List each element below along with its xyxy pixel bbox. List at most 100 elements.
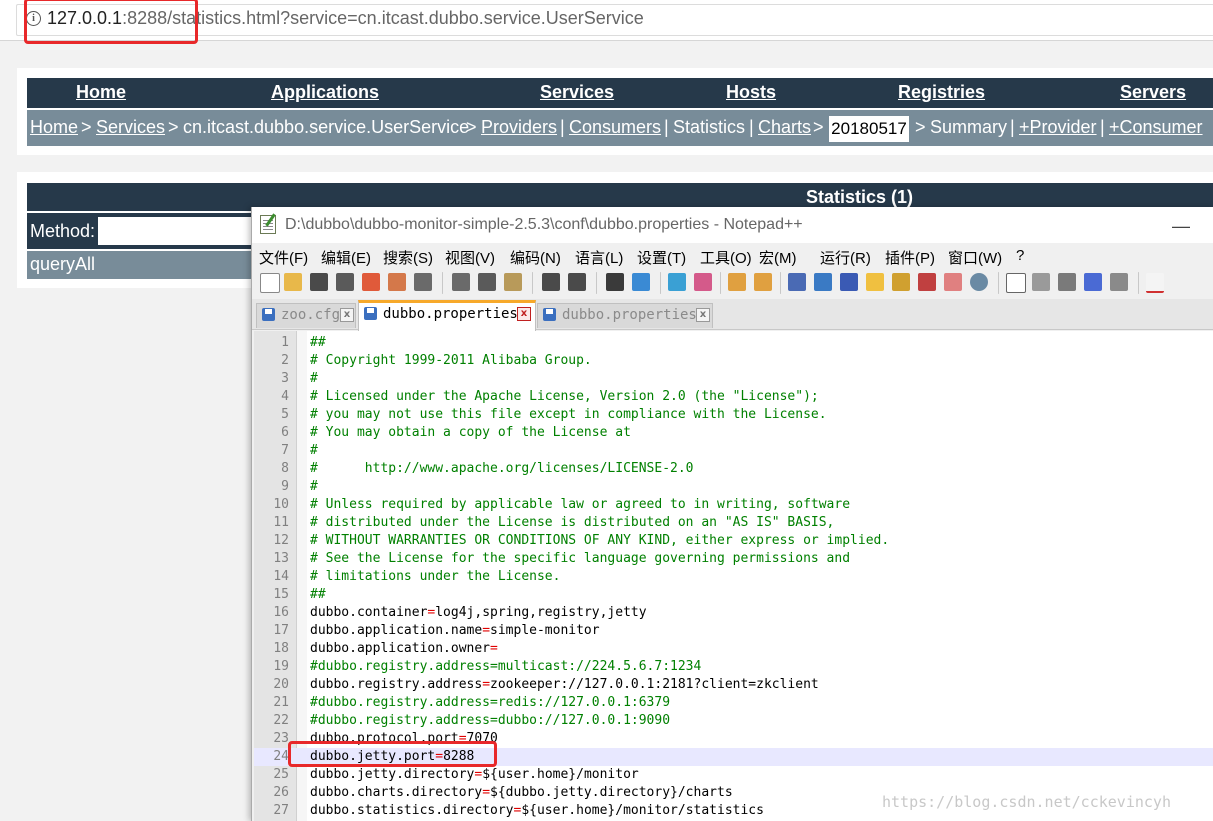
indent-guide-icon[interactable]: [840, 273, 858, 291]
code-line[interactable]: 10 # Unless required by applicable law or…: [254, 496, 1213, 514]
code-line[interactable]: 8 # http://www.apache.org/licenses/LICENS…: [254, 460, 1213, 478]
menu-macro[interactable]: 宏(M): [759, 247, 797, 268]
menu-encoding[interactable]: 编码(N): [510, 247, 561, 268]
playback-macro-icon[interactable]: [1058, 273, 1076, 291]
code-line[interactable]: 22 #dubbo.registry.address=dubbo://127.0.…: [254, 712, 1213, 730]
undo-icon[interactable]: [542, 273, 560, 291]
menu-view[interactable]: 视图(V): [445, 247, 495, 268]
menu-run[interactable]: 运行(R): [820, 247, 871, 268]
word-wrap-icon[interactable]: [788, 273, 806, 291]
crumb-consumers[interactable]: Consumers: [569, 117, 661, 138]
sync-horizontal-icon[interactable]: [754, 273, 772, 291]
code-line[interactable]: 9 #: [254, 478, 1213, 496]
close-tab-icon[interactable]: x: [696, 308, 710, 322]
code-line[interactable]: 20 dubbo.registry.address=zookeeper://127…: [254, 676, 1213, 694]
paste-icon[interactable]: [504, 273, 522, 291]
menu-language[interactable]: 语言(L): [575, 247, 623, 268]
menu-plugins[interactable]: 插件(P): [885, 247, 935, 268]
code-line[interactable]: 18 dubbo.application.owner=: [254, 640, 1213, 658]
crumb-providers[interactable]: Providers: [481, 117, 557, 138]
notepad-window: D:\dubbo\dubbo-monitor-simple-2.5.3\conf…: [251, 207, 1213, 821]
find-icon[interactable]: [606, 273, 624, 291]
cut-icon[interactable]: [452, 273, 470, 291]
zoom-in-icon[interactable]: [668, 273, 686, 291]
open-file-icon[interactable]: [284, 273, 302, 291]
line-text: dubbo.application.name=simple-monitor: [310, 623, 600, 638]
code-line[interactable]: 11 # distributed under the License is dis…: [254, 514, 1213, 532]
close-all-icon[interactable]: [388, 273, 406, 291]
nav-applications[interactable]: Applications: [271, 82, 379, 103]
line-number: 7: [281, 443, 289, 458]
menu-tools[interactable]: 工具(O): [700, 247, 752, 268]
method-input[interactable]: [98, 217, 257, 245]
new-file-icon[interactable]: [260, 273, 280, 293]
sync-vertical-icon[interactable]: [728, 273, 746, 291]
code-line[interactable]: 12 # WITHOUT WARRANTIES OR CONDITIONS OF …: [254, 532, 1213, 550]
crumb-services[interactable]: Services: [96, 117, 165, 138]
code-line[interactable]: 15 ##: [254, 586, 1213, 604]
nav-servers[interactable]: Servers: [1120, 82, 1186, 103]
crumb-statistics: Statistics: [673, 117, 746, 137]
user-language-icon[interactable]: [866, 273, 884, 291]
code-line[interactable]: 4 # Licensed under the Apache License, Ve…: [254, 388, 1213, 406]
doc-map-icon[interactable]: [892, 273, 910, 291]
code-line[interactable]: 25 dubbo.jetty.directory=${user.home}/mon…: [254, 766, 1213, 784]
spell-check-icon[interactable]: [1146, 273, 1164, 293]
close-file-icon[interactable]: [362, 273, 380, 291]
menu-file[interactable]: 文件(F): [259, 247, 308, 268]
close-tab-icon[interactable]: x: [517, 307, 531, 321]
nav-home[interactable]: Home: [76, 82, 126, 103]
menu-search[interactable]: 搜索(S): [383, 247, 433, 268]
close-tab-icon[interactable]: x: [340, 308, 354, 322]
stop-record-icon[interactable]: [1032, 273, 1050, 291]
saved-file-icon: [262, 308, 275, 321]
run-macro-multiple-icon[interactable]: [1084, 273, 1102, 291]
record-macro-icon[interactable]: [1006, 273, 1026, 293]
function-list-icon[interactable]: [918, 273, 936, 291]
crumb-add-consumer[interactable]: +Consumer: [1109, 117, 1203, 138]
nav-registries[interactable]: Registries: [898, 82, 985, 103]
nav-services[interactable]: Services: [540, 82, 614, 103]
code-line[interactable]: 21 #dubbo.registry.address=redis://127.0.…: [254, 694, 1213, 712]
crumb-pipe: |: [560, 117, 565, 137]
crumb-home[interactable]: Home: [30, 117, 78, 138]
save-all-icon[interactable]: [336, 273, 354, 291]
code-line[interactable]: 5 # you may not use this file except in c…: [254, 406, 1213, 424]
zoom-out-icon[interactable]: [694, 273, 712, 291]
save-icon[interactable]: [310, 273, 328, 291]
menu-help[interactable]: ?: [1016, 247, 1024, 264]
save-macro-icon[interactable]: [1110, 273, 1128, 291]
tab-zoo-cfg[interactable]: zoo.cfg x: [256, 303, 356, 328]
crumb-add-provider[interactable]: +Provider: [1019, 117, 1097, 138]
tab-dubbo-properties[interactable]: dubbo.properties x: [537, 303, 713, 328]
tab-dubbo-properties-active[interactable]: dubbo.properties x: [358, 300, 536, 332]
menu-edit[interactable]: 编辑(E): [321, 247, 371, 268]
copy-icon[interactable]: [478, 273, 496, 291]
code-line[interactable]: 3 #: [254, 370, 1213, 388]
code-line[interactable]: 2 # Copyright 1999-2011 Alibaba Group.: [254, 352, 1213, 370]
code-line[interactable]: 7 #: [254, 442, 1213, 460]
code-line[interactable]: 17 dubbo.application.name=simple-monitor: [254, 622, 1213, 640]
monitoring-icon[interactable]: [970, 273, 988, 291]
replace-icon[interactable]: [632, 273, 650, 291]
code-line[interactable]: 1 ##: [254, 334, 1213, 352]
redo-icon[interactable]: [568, 273, 586, 291]
crumb-charts[interactable]: Charts: [758, 117, 811, 138]
date-input[interactable]: 20180517: [829, 116, 909, 142]
nav-hosts[interactable]: Hosts: [726, 82, 776, 103]
menu-window[interactable]: 窗口(W): [948, 247, 1002, 268]
menu-settings[interactable]: 设置(T): [637, 247, 686, 268]
print-icon[interactable]: [414, 273, 432, 291]
minimize-button[interactable]: —: [1172, 216, 1190, 237]
folder-workspace-icon[interactable]: [944, 273, 962, 291]
code-line[interactable]: 19 #dubbo.registry.address=multicast://22…: [254, 658, 1213, 676]
code-line[interactable]: 14 # limitations under the License.: [254, 568, 1213, 586]
notepad-app-icon: [260, 215, 276, 234]
line-number: 3: [281, 371, 289, 386]
show-all-chars-icon[interactable]: [814, 273, 832, 291]
url-highlight-box: [24, 0, 198, 44]
code-line[interactable]: 6 # You may obtain a copy of the License …: [254, 424, 1213, 442]
code-line[interactable]: 13 # See the License for the specific lan…: [254, 550, 1213, 568]
line-number: 6: [281, 425, 289, 440]
code-line[interactable]: 16 dubbo.container=log4j,spring,registry,…: [254, 604, 1213, 622]
